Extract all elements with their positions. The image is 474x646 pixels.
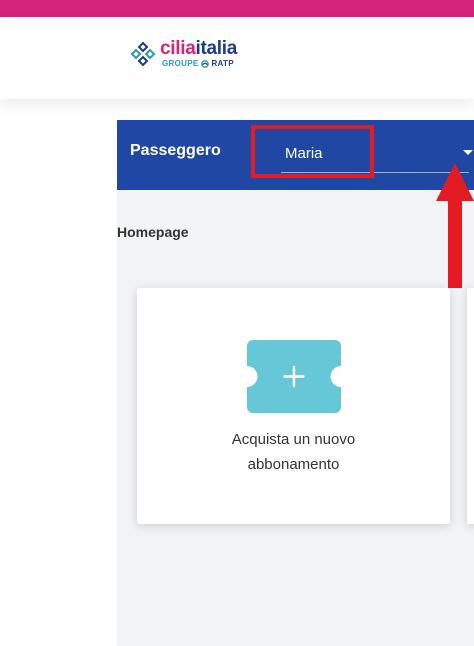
caret-down-icon[interactable] xyxy=(463,150,473,155)
logo-wordmark: ciliaitalia xyxy=(160,38,237,59)
annotation-highlight-box xyxy=(251,125,374,178)
main-content: Passeggero Maria Homepage Acquista un nu… xyxy=(117,120,474,646)
cilia-italia-logo[interactable]: ciliaitalia GROUPE RATP xyxy=(130,39,237,69)
ticket-plus-icon xyxy=(247,340,341,413)
logo-mark-icon xyxy=(130,41,156,67)
buy-subscription-card[interactable]: Acquista un nuovo abbonamento xyxy=(137,288,450,524)
logo-subtitle: GROUPE RATP xyxy=(162,59,234,68)
top-accent-bar xyxy=(0,0,474,17)
site-header: ciliaitalia GROUPE RATP xyxy=(0,17,474,99)
passenger-bar: Passeggero Maria xyxy=(117,120,474,190)
breadcrumb[interactable]: Homepage xyxy=(117,224,189,240)
passenger-label: Passeggero xyxy=(130,142,221,159)
next-card[interactable] xyxy=(467,288,474,524)
card-label: Acquista un nuovo abbonamento xyxy=(231,431,356,473)
ratp-mark-icon xyxy=(201,60,210,68)
annotation-arrow-icon xyxy=(436,163,474,288)
